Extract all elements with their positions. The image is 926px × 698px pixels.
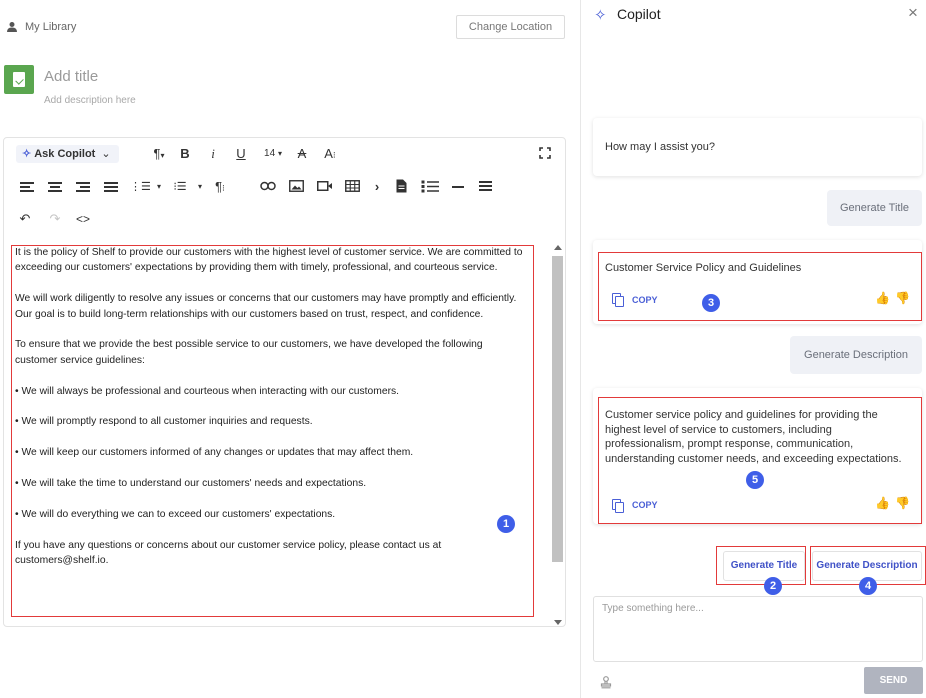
title-input[interactable]: Add title [44, 68, 98, 85]
ordered-list-dropdown[interactable]: ▾ [154, 179, 164, 195]
copy-button[interactable]: COPY [632, 500, 658, 510]
font-size-select[interactable]: 14 ▾ [258, 146, 288, 162]
chat-input[interactable]: Type something here... [593, 596, 923, 662]
description-input[interactable]: Add description here [44, 95, 136, 106]
bullet-item: • We will always be professional and cou… [15, 385, 400, 397]
image-icon[interactable] [289, 180, 304, 192]
bullet-item: • We will promptly respond to all custom… [15, 416, 313, 428]
chat-input-placeholder: Type something here... [602, 603, 704, 614]
paragraph: It is the policy of Shelf to provide our… [15, 247, 523, 274]
user-message: Generate Title [827, 190, 922, 226]
copilot-panel: ✧ Copilot × How may I assist you? Genera… [580, 0, 926, 698]
scrollbar-thumb[interactable] [552, 256, 563, 562]
annotation-marker-4: 4 [859, 577, 877, 595]
paragraph: If you have any questions or concerns ab… [15, 539, 442, 566]
bullet-item: • We will do everything we can to exceed… [15, 508, 336, 520]
copy-icon[interactable] [612, 293, 624, 307]
annotation-marker-5: 5 [746, 471, 764, 489]
close-icon[interactable]: × [908, 4, 918, 22]
annotation-marker-1: 1 [497, 515, 515, 533]
font-size-value: 14 [264, 148, 276, 159]
table-icon[interactable] [345, 180, 360, 192]
bullet-list-icon[interactable]: ⁝☰ [170, 179, 190, 195]
generate-title-button[interactable]: Generate Title [723, 551, 805, 581]
annotation-marker-2: 2 [764, 577, 782, 595]
assistant-response-card: Customer service policy and guidelines f… [593, 388, 922, 524]
align-right-icon[interactable] [76, 182, 90, 193]
video-icon[interactable] [317, 180, 333, 192]
paragraph-icon[interactable]: ¶▾ [148, 146, 170, 162]
thumbs-down-icon[interactable]: 👎 [895, 291, 910, 305]
text-size-icon[interactable]: A⁝ [321, 146, 339, 162]
more-icon[interactable]: › [368, 179, 386, 195]
document-type-icon [4, 65, 34, 94]
editor-text: It is the policy of Shelf to provide our… [15, 245, 525, 568]
align-center-icon[interactable] [48, 182, 62, 193]
ask-copilot-label: Ask Copilot [34, 148, 96, 160]
undo-icon[interactable]: ↶ [16, 211, 34, 227]
stamp-icon[interactable] [600, 676, 612, 689]
scroll-up-icon[interactable] [554, 245, 562, 250]
file-icon[interactable] [396, 179, 407, 193]
italic-icon[interactable]: i [204, 146, 222, 162]
code-view-icon[interactable]: <> [74, 211, 92, 227]
bullet-item: • We will keep our customers informed of… [15, 447, 414, 459]
user-library-icon [7, 22, 17, 32]
editor-content[interactable]: It is the policy of Shelf to provide our… [5, 237, 563, 626]
bullet-item: • We will take the time to understand ou… [15, 478, 367, 489]
library-label[interactable]: My Library [25, 21, 76, 33]
thumbs-up-icon[interactable]: 👍 [875, 291, 890, 305]
copy-icon[interactable] [612, 499, 624, 513]
sparkle-icon: ✧ [594, 7, 607, 24]
paragraph: We will work diligently to resolve any i… [15, 293, 517, 320]
copilot-title: Copilot [617, 6, 661, 22]
justify-icon[interactable] [104, 182, 118, 193]
paragraph: To ensure that we provide the best possi… [15, 339, 483, 366]
user-message: Generate Description [790, 336, 922, 374]
editor-scrollbar[interactable] [552, 245, 563, 625]
thumbs-down-icon[interactable]: 👎 [895, 496, 910, 510]
checklist-icon[interactable] [421, 180, 439, 193]
change-location-button[interactable]: Change Location [456, 15, 565, 39]
rich-text-editor: ✧ Ask Copilot ⌄ ¶▾ B i U 14 ▾ A A⁝ ⋮☰ ▾ ⁝☰… [3, 137, 566, 627]
chevron-down-icon: ⌄ [101, 148, 111, 160]
redo-icon[interactable]: ↷ [46, 211, 64, 227]
paragraph-format-icon[interactable]: ¶⁝ [210, 179, 230, 195]
ask-copilot-dropdown[interactable]: ✧ Ask Copilot ⌄ [16, 145, 119, 163]
assistant-response: Customer Service Policy and Guidelines [605, 262, 802, 274]
link-icon[interactable] [260, 181, 276, 191]
thumbs-up-icon[interactable]: 👍 [875, 496, 890, 510]
sparkle-icon: ✧ [22, 148, 32, 160]
document-editor-pane: My Library Change Location Add title Add… [0, 0, 580, 698]
bold-icon[interactable]: B [176, 146, 194, 162]
clear-format-icon[interactable]: A [293, 146, 311, 162]
assistant-response-card: Customer Service Policy and Guidelines C… [593, 240, 922, 324]
assistant-greeting: How may I assist you? [605, 141, 716, 153]
align-left-icon[interactable] [20, 182, 34, 193]
scroll-down-icon[interactable] [554, 620, 562, 625]
send-button[interactable]: SEND [864, 667, 923, 694]
horizontal-line-icon[interactable] [452, 186, 464, 188]
annotation-marker-3: 3 [702, 294, 720, 312]
assistant-greeting-card: How may I assist you? [593, 118, 922, 176]
line-height-icon[interactable] [479, 181, 493, 192]
bullet-list-dropdown[interactable]: ▾ [195, 179, 205, 195]
ordered-list-icon[interactable]: ⋮☰ [130, 179, 151, 195]
assistant-response: Customer service policy and guidelines f… [605, 409, 902, 465]
copy-button[interactable]: COPY [632, 295, 658, 305]
fullscreen-icon[interactable] [539, 147, 551, 159]
underline-icon[interactable]: U [232, 146, 250, 162]
